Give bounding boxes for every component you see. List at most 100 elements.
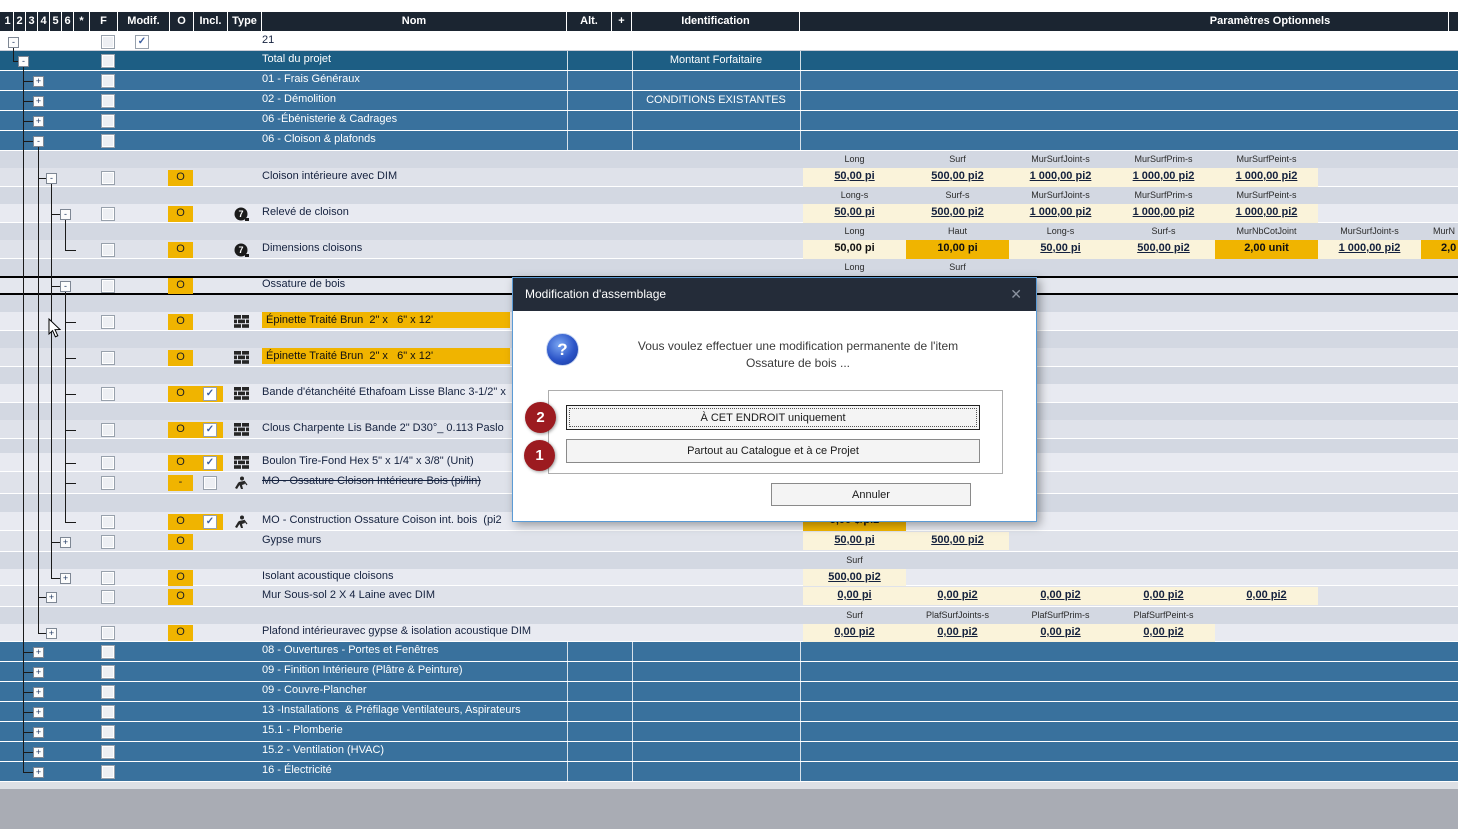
o-badge[interactable]: O [168, 570, 193, 586]
apply-everywhere-button[interactable]: Partout au Catalogue et à ce Projet [566, 439, 980, 463]
o-badge[interactable]: O [168, 350, 193, 366]
expand-collapse-toggle[interactable]: - [60, 209, 71, 220]
expand-collapse-toggle[interactable]: - [60, 281, 71, 292]
param-value[interactable]: 50,00 pi [803, 242, 906, 254]
o-badge[interactable]: O [168, 242, 193, 258]
f-checkbox[interactable] [101, 725, 115, 739]
f-checkbox[interactable] [101, 571, 115, 585]
param-value[interactable]: 0,00 pi2 [1112, 626, 1215, 638]
f-checkbox[interactable] [101, 765, 115, 779]
f-checkbox[interactable] [101, 315, 115, 329]
f-checkbox[interactable] [101, 535, 115, 549]
identification-column-header[interactable]: Identification [632, 12, 800, 31]
expand-collapse-toggle[interactable]: + [33, 76, 44, 87]
tree-row[interactable]: SurfPlafSurfJoints-sPlafSurfPrim-sPlafSu… [0, 607, 1458, 642]
param-value[interactable]: 1 000,00 pi2 [1009, 206, 1112, 218]
f-checkbox[interactable] [101, 387, 115, 401]
tree-row[interactable]: 15.1 - Plomberie [0, 722, 1458, 742]
o-column-header[interactable]: O [170, 12, 194, 31]
incl-checkbox[interactable]: ✓ [203, 387, 217, 401]
param-value[interactable]: 50,00 pi [803, 534, 906, 546]
f-checkbox[interactable] [101, 456, 115, 470]
expand-collapse-toggle[interactable]: + [33, 727, 44, 738]
param-value[interactable]: 500,00 pi2 [906, 206, 1009, 218]
tree-row[interactable]: 09 - Couvre-Plancher [0, 682, 1458, 702]
optional-params-column-header[interactable]: Paramètres Optionnels [800, 12, 1449, 31]
expand-collapse-toggle[interactable]: + [33, 647, 44, 658]
f-checkbox[interactable] [101, 74, 115, 88]
o-badge[interactable]: O✓ [168, 455, 223, 471]
tree-row[interactable]: ✓21 [0, 32, 1458, 51]
o-badge[interactable]: O✓ [168, 386, 223, 402]
o-badge[interactable]: - [168, 475, 193, 491]
tree-row[interactable]: 09 - Finition Intérieure (Plâtre & Peint… [0, 662, 1458, 682]
param-value[interactable]: 0,00 pi2 [1009, 626, 1112, 638]
f-checkbox[interactable] [101, 705, 115, 719]
o-badge[interactable]: O [168, 278, 193, 294]
f-checkbox[interactable] [101, 171, 115, 185]
f-checkbox[interactable] [101, 134, 115, 148]
f-checkbox[interactable] [101, 665, 115, 679]
expand-collapse-toggle[interactable]: + [33, 667, 44, 678]
level-3-header[interactable]: 3 [26, 12, 38, 31]
incl-checkbox[interactable] [203, 476, 217, 490]
o-badge[interactable]: O [168, 206, 193, 222]
type-column-header[interactable]: Type [228, 12, 262, 31]
nom-column-header[interactable]: Nom [262, 12, 567, 31]
expand-collapse-toggle[interactable]: + [46, 628, 57, 639]
star-header[interactable]: * [74, 12, 90, 31]
expand-collapse-toggle[interactable]: - [18, 56, 29, 67]
f-checkbox[interactable] [101, 515, 115, 529]
tree-row[interactable]: 08 - Ouvertures - Portes et Fenêtres [0, 642, 1458, 662]
close-icon[interactable]: ✕ [1010, 278, 1022, 311]
param-value[interactable]: 10,00 pi [906, 240, 1009, 259]
level-2-header[interactable]: 2 [14, 12, 26, 31]
apply-here-button[interactable]: À CET ENDROIT uniquement [566, 405, 980, 430]
f-column-header[interactable]: F [90, 12, 118, 31]
tree-row[interactable]: 15.2 - Ventilation (HVAC) [0, 742, 1458, 762]
param-value[interactable]: 50,00 pi [803, 206, 906, 218]
incl-checkbox[interactable]: ✓ [203, 423, 217, 437]
incl-checkbox[interactable]: ✓ [203, 456, 217, 470]
o-badge[interactable]: O✓ [168, 514, 223, 530]
tree-row[interactable]: Total du projetMontant Forfaitaire [0, 51, 1458, 71]
f-checkbox[interactable] [101, 626, 115, 640]
expand-collapse-toggle[interactable]: - [33, 136, 44, 147]
o-badge[interactable]: O [168, 625, 193, 641]
o-badge[interactable]: O✓ [168, 422, 223, 438]
expand-collapse-toggle[interactable]: + [33, 707, 44, 718]
param-value[interactable]: 2,00 unit [1215, 240, 1318, 259]
level-5-header[interactable]: 5 [50, 12, 62, 31]
tree-row[interactable]: 06 - Cloison & plafonds [0, 131, 1458, 151]
modif-column-header[interactable]: Modif. [118, 12, 170, 31]
o-badge[interactable]: O [168, 314, 193, 330]
f-checkbox[interactable] [101, 243, 115, 257]
expand-collapse-toggle[interactable]: + [33, 687, 44, 698]
plus-column-header[interactable]: + [612, 12, 632, 31]
incl-column-header[interactable]: Incl. [194, 12, 228, 31]
param-value[interactable]: 0,00 pi [803, 589, 906, 601]
f-checkbox[interactable] [101, 114, 115, 128]
modif-checkbox[interactable]: ✓ [135, 35, 149, 49]
tree-row[interactable]: 13 -Installations & Préfilage Ventilateu… [0, 702, 1458, 722]
tree-row[interactable]: Surf500,00 pi2OIsolant acoustique cloiso… [0, 552, 1458, 586]
expand-collapse-toggle[interactable]: + [33, 747, 44, 758]
o-badge[interactable]: O [168, 534, 193, 550]
expand-collapse-toggle[interactable]: + [46, 592, 57, 603]
param-value[interactable]: 0,00 pi2 [906, 626, 1009, 638]
o-badge[interactable]: O [168, 589, 193, 605]
f-checkbox[interactable] [101, 35, 115, 49]
param-value[interactable]: 1 000,00 pi2 [1215, 206, 1318, 218]
f-checkbox[interactable] [101, 207, 115, 221]
f-checkbox[interactable] [101, 685, 115, 699]
param-value[interactable]: 50,00 pi [1009, 242, 1112, 254]
param-value[interactable]: 1 000,00 pi2 [1009, 170, 1112, 182]
param-value[interactable]: 1 000,00 pi2 [1215, 170, 1318, 182]
f-checkbox[interactable] [101, 423, 115, 437]
tree-row[interactable]: 0,00 pi0,00 pi20,00 pi20,00 pi20,00 pi2O… [0, 586, 1458, 607]
expand-collapse-toggle[interactable]: + [60, 537, 71, 548]
f-checkbox[interactable] [101, 279, 115, 293]
f-checkbox[interactable] [101, 54, 115, 68]
expand-collapse-toggle[interactable]: + [33, 767, 44, 778]
tree-row[interactable]: 02 - DémolitionCONDITIONS EXISTANTES [0, 91, 1458, 111]
